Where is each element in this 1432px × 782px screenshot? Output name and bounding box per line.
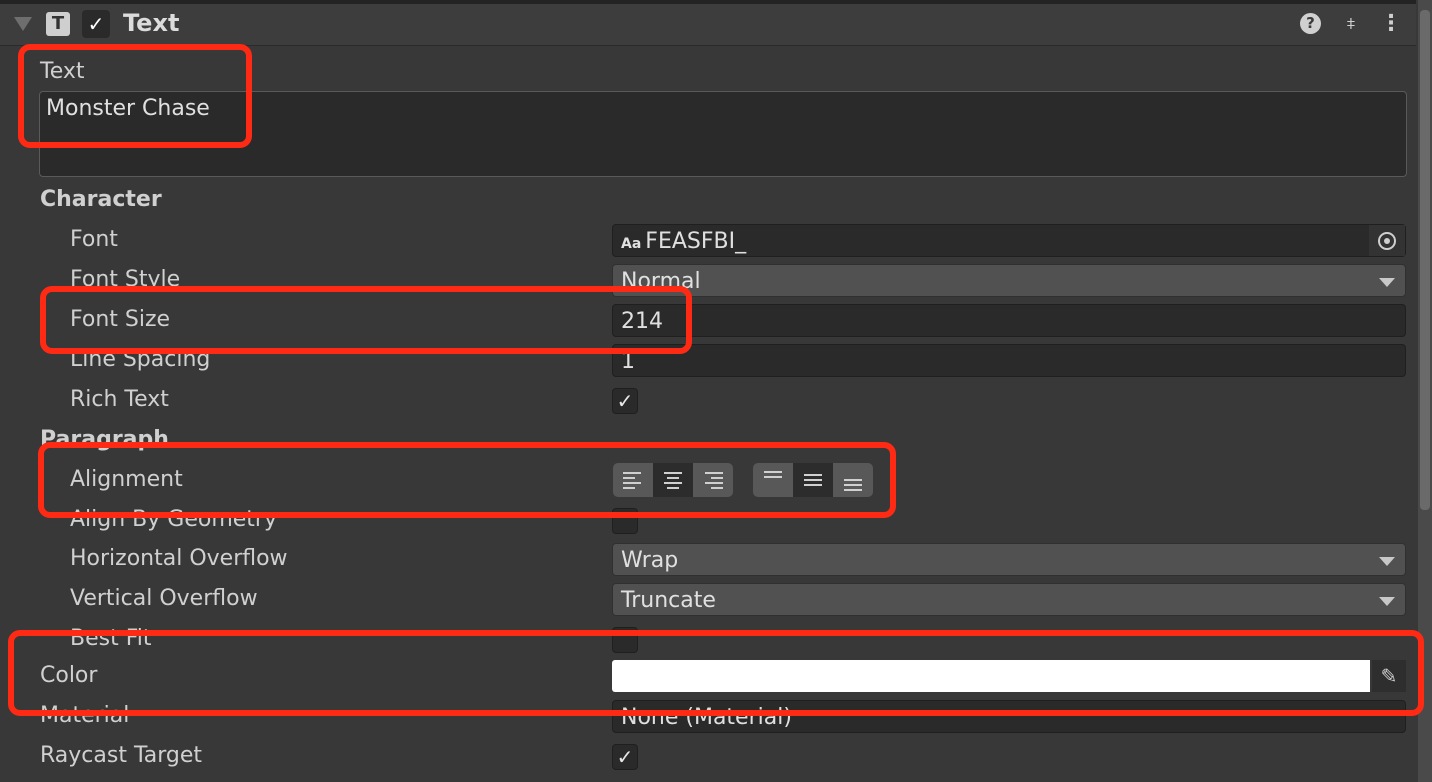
presets-icon[interactable]: ⧧ [1340, 14, 1362, 34]
chevron-down-icon [1379, 278, 1395, 287]
horizontal-overflow-value: Wrap [621, 548, 679, 573]
line-spacing-input[interactable]: 1 [612, 344, 1406, 377]
scrollbar-thumb[interactable] [1420, 10, 1430, 510]
vertical-overflow-label: Vertical Overflow [70, 586, 258, 611]
vertical-overflow-value: Truncate [621, 588, 716, 613]
font-value: FEASFBI_ [645, 229, 747, 254]
foldout-triangle-icon[interactable] [14, 17, 32, 31]
object-picker-icon[interactable] [1369, 225, 1405, 256]
horizontal-overflow-label: Horizontal Overflow [70, 546, 288, 571]
raycast-target-label: Raycast Target [40, 743, 203, 768]
chevron-down-icon [1379, 557, 1395, 566]
enabled-checkbox[interactable]: ✓ [82, 10, 110, 38]
font-size-input[interactable]: 214 [612, 304, 1406, 337]
annotation-box-color [8, 630, 1424, 716]
annotation-box-text [18, 44, 252, 148]
character-header: Character [40, 187, 162, 212]
component-title: Text [123, 9, 180, 37]
font-field[interactable]: Aa FEASFBI_ [612, 224, 1406, 257]
font-style-dropdown[interactable]: Normal [612, 264, 1406, 297]
text-component-icon: T [46, 12, 70, 36]
annotation-box-alignment [38, 442, 896, 518]
font-label: Font [70, 227, 118, 252]
vertical-overflow-dropdown[interactable]: Truncate [612, 583, 1406, 616]
annotation-box-font-size [40, 286, 692, 354]
more-menu-icon[interactable]: ⋮ [1380, 10, 1402, 38]
rich-text-checkbox[interactable]: ✓ [612, 388, 638, 414]
help-icon[interactable]: ? [1300, 13, 1321, 34]
raycast-target-checkbox[interactable]: ✓ [612, 744, 638, 770]
horizontal-overflow-dropdown[interactable]: Wrap [612, 543, 1406, 576]
rich-text-label: Rich Text [70, 387, 169, 412]
chevron-down-icon [1379, 597, 1395, 606]
component-header [0, 0, 1416, 46]
font-asset-icon: Aa [621, 236, 642, 252]
